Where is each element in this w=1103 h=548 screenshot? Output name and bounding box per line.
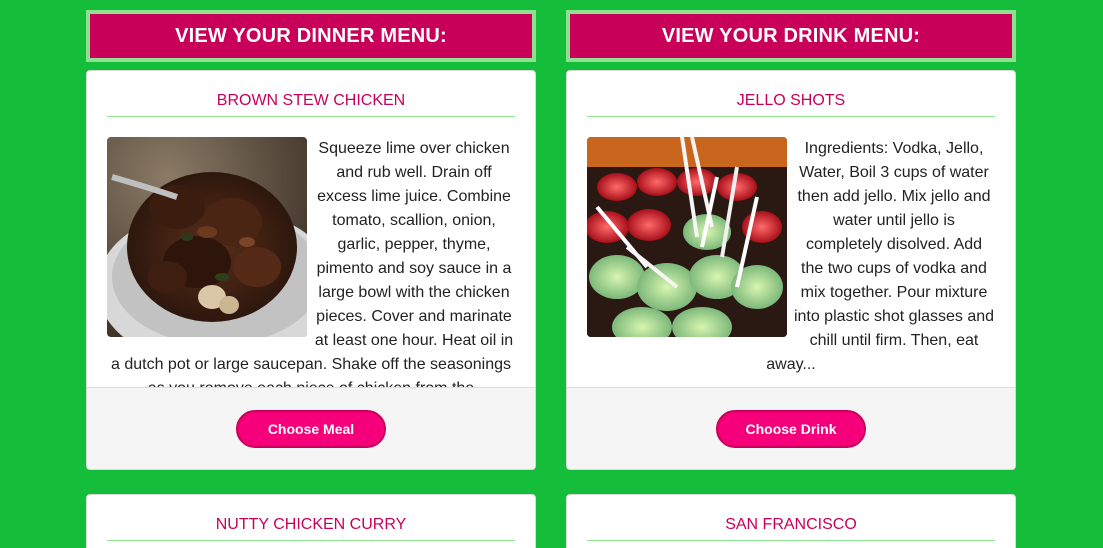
brown-stew-chicken-photo bbox=[107, 137, 307, 337]
jello-shots-photo bbox=[587, 137, 787, 337]
drink-card-next: SAN FRANCISCO bbox=[566, 494, 1016, 548]
drink-body: Ingredients: Vodka, Jello, Water, Boil 3… bbox=[587, 137, 995, 387]
drink-card: JELLO SHOTS Ingredients: Vodka, Jello, W… bbox=[566, 70, 1016, 470]
drink-description: Ingredients: Vodka, Jello, Water, Boil 3… bbox=[766, 140, 995, 373]
drink-title-next: SAN FRANCISCO bbox=[587, 515, 995, 541]
choose-meal-button[interactable]: Choose Meal bbox=[236, 410, 386, 448]
meal-title: BROWN STEW CHICKEN bbox=[107, 91, 515, 117]
meal-card: BROWN STEW CHICKEN Squeeze lime over chi… bbox=[86, 70, 536, 470]
meal-card-next: NUTTY CHICKEN CURRY bbox=[86, 494, 536, 548]
drink-card-footer: Choose Drink bbox=[567, 387, 1015, 469]
choose-drink-button[interactable]: Choose Drink bbox=[716, 410, 866, 448]
drink-menu-header: VIEW YOUR DRINK MENU: bbox=[566, 10, 1016, 62]
meal-card-footer: Choose Meal bbox=[87, 387, 535, 469]
meal-body: Squeeze lime over chicken and rub well. … bbox=[107, 137, 515, 387]
meal-title-next: NUTTY CHICKEN CURRY bbox=[107, 515, 515, 541]
dinner-menu-header: VIEW YOUR DINNER MENU: bbox=[86, 10, 536, 62]
drink-title: JELLO SHOTS bbox=[587, 91, 995, 117]
